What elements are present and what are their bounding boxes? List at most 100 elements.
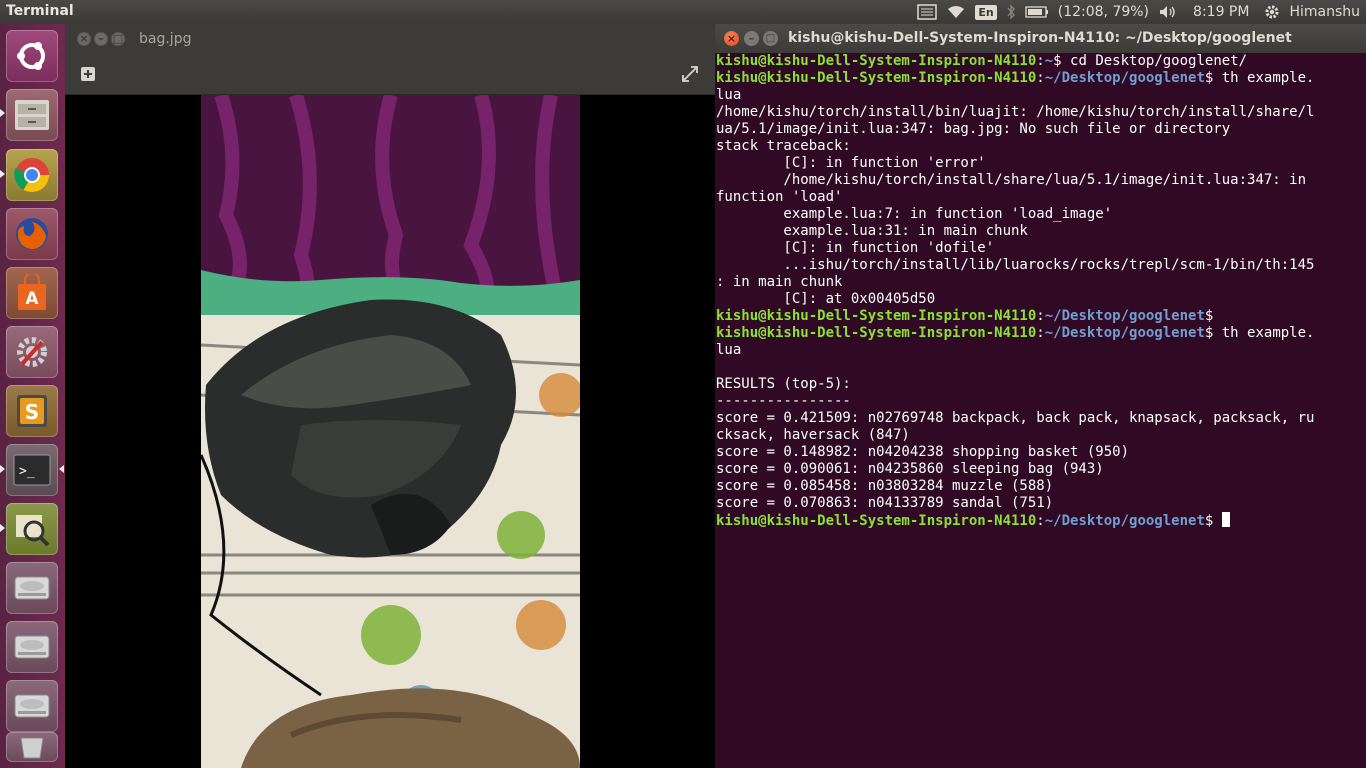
running-indicator	[0, 524, 5, 532]
prompt-line: kishu@kishu-Dell-System-Inspiron-N4110:~…	[716, 53, 1364, 70]
running-indicator	[0, 109, 5, 117]
firefox-icon	[16, 218, 48, 250]
add-icon[interactable]	[77, 63, 99, 85]
file-cabinet-icon	[15, 100, 49, 130]
prompt-separator: :	[1036, 70, 1045, 86]
prompt-path: ~	[1044, 53, 1054, 69]
battery-status: (12:08, 79%)	[1057, 4, 1150, 20]
clock[interactable]: 8:19 PM	[1193, 4, 1249, 20]
drive-launcher[interactable]	[6, 562, 58, 614]
output-line: score = 0.421509: n02769748 backpack, ba…	[716, 410, 1315, 426]
minimize-button[interactable]: –	[744, 31, 759, 46]
output-line: score = 0.090061: n04235860 sleeping bag…	[716, 461, 1104, 477]
text-cursor	[1221, 512, 1230, 527]
output-line: [C]: at 0x00405d50	[716, 291, 936, 307]
top-panel: Terminal En (12:08, 79%) 8:19 PM Himansh…	[0, 0, 1366, 24]
active-app-title: Terminal	[6, 3, 74, 19]
settings-gear-icon[interactable]	[1264, 4, 1280, 20]
ubuntu-logo-icon	[17, 42, 45, 70]
prompt-line: kishu@kishu-Dell-System-Inspiron-N4110:~…	[716, 512, 1364, 529]
output-line: stack traceback:	[716, 138, 851, 154]
trash-icon	[20, 737, 44, 759]
backpack-photo	[201, 95, 580, 768]
output-line: RESULTS (top-5):	[716, 376, 851, 392]
battery-icon[interactable]	[1025, 6, 1049, 18]
output-line: score = 0.148982: n04204238 shopping bas…	[716, 444, 1130, 460]
prompt-line: kishu@kishu-Dell-System-Inspiron-N4110:~…	[716, 308, 1364, 325]
running-indicator	[0, 465, 5, 473]
maximize-button[interactable]: □	[763, 31, 778, 46]
files-launcher[interactable]	[6, 89, 58, 141]
sublime-icon: S	[17, 395, 47, 427]
svg-text:>_: >_	[19, 464, 35, 479]
viewer-titlebar[interactable]: × – □ bag.jpg	[65, 24, 715, 54]
maximize-button[interactable]: □	[111, 32, 125, 46]
keyboard-icon[interactable]	[917, 4, 938, 20]
output-line: ...ishu/torch/install/lib/luarocks/rocks…	[716, 257, 1315, 273]
terminal-launcher[interactable]: >_	[6, 444, 58, 496]
output-line: example.lua:7: in function 'load_image'	[716, 206, 1113, 222]
ubuntu-dash-button[interactable]	[6, 30, 58, 82]
hard-drive-icon	[14, 635, 50, 659]
shopping-bag-icon: A	[18, 274, 46, 310]
hard-drive-icon	[14, 694, 50, 718]
prompt-line: kishu@kishu-Dell-System-Inspiron-N4110:~…	[716, 70, 1364, 87]
chrome-icon	[14, 158, 49, 192]
output-line: score = 0.085458: n03803284 muzzle (588)	[716, 478, 1054, 494]
prompt-user: kishu@kishu-Dell-System-Inspiron-N4110	[716, 53, 1037, 69]
output-line: example.lua:31: in main chunk	[716, 223, 1028, 239]
fullscreen-icon[interactable]	[679, 63, 701, 85]
wifi-icon[interactable]	[946, 4, 966, 20]
terminal-title: kishu@kishu-Dell-System-Inspiron-N4110: …	[788, 30, 1292, 46]
output-line: lua	[716, 342, 742, 358]
prompt-user: kishu@kishu-Dell-System-Inspiron-N4110	[716, 308, 1037, 324]
language-icon[interactable]: En	[975, 4, 997, 20]
viewer-title: bag.jpg	[139, 31, 192, 47]
output-line: [C]: in function 'dofile'	[716, 240, 995, 256]
output-line: score = 0.070863: n04133789 sandal (751)	[716, 495, 1054, 511]
command-text: $	[1204, 513, 1222, 529]
image-viewer-launcher[interactable]	[6, 503, 58, 555]
terminal-window[interactable]: × – □ kishu@kishu-Dell-System-Inspiron-N…	[715, 24, 1366, 768]
system-settings-launcher[interactable]	[6, 326, 58, 378]
terminal-icon: >_	[13, 454, 51, 486]
unity-launcher: A S >_	[0, 24, 66, 768]
chrome-launcher[interactable]	[6, 149, 58, 201]
prompt-user: kishu@kishu-Dell-System-Inspiron-N4110	[716, 70, 1037, 86]
magnifier-photo-icon	[16, 515, 50, 547]
command-text: $ th example.	[1204, 325, 1315, 341]
focused-indicator	[59, 465, 64, 473]
prompt-path: ~/Desktop/googlenet	[1044, 308, 1205, 324]
output-line: /home/kishu/torch/install/bin/luajit: /h…	[716, 104, 1315, 120]
volume-icon[interactable]	[1158, 4, 1178, 20]
close-button[interactable]: ×	[77, 32, 91, 46]
drive-launcher[interactable]	[6, 621, 58, 673]
command-text: $ th example.	[1204, 70, 1315, 86]
command-text: $ cd Desktop/googlenet/	[1053, 53, 1248, 69]
sublime-text-launcher[interactable]: S	[6, 385, 58, 437]
bluetooth-icon[interactable]	[1006, 4, 1016, 20]
close-button[interactable]: ×	[724, 31, 739, 46]
output-line: cksack, haversack (847)	[716, 427, 910, 443]
trash-launcher[interactable]	[6, 732, 58, 762]
prompt-path: ~/Desktop/googlenet	[1044, 325, 1205, 341]
prompt-line: kishu@kishu-Dell-System-Inspiron-N4110:~…	[716, 325, 1364, 342]
terminal-output[interactable]: kishu@kishu-Dell-System-Inspiron-N4110:~…	[716, 53, 1364, 529]
firefox-launcher[interactable]	[6, 208, 58, 260]
svg-text:A: A	[25, 289, 39, 309]
prompt-separator: :	[1036, 325, 1045, 341]
prompt-user: kishu@kishu-Dell-System-Inspiron-N4110	[716, 513, 1037, 529]
prompt-path: ~/Desktop/googlenet	[1044, 513, 1205, 529]
prompt-separator: :	[1036, 53, 1045, 69]
output-line: : in main chunk	[716, 274, 843, 290]
output-line: function 'load'	[716, 189, 843, 205]
output-line: [C]: in function 'error'	[716, 155, 986, 171]
terminal-titlebar[interactable]: × – □ kishu@kishu-Dell-System-Inspiron-N…	[715, 24, 1366, 53]
minimize-button[interactable]: –	[94, 32, 108, 46]
drive-launcher[interactable]	[6, 680, 58, 732]
command-text: $	[1204, 308, 1214, 324]
svg-text:S: S	[25, 400, 39, 424]
software-center-launcher[interactable]: A	[6, 267, 58, 319]
user-name[interactable]: Himanshu	[1289, 4, 1360, 20]
